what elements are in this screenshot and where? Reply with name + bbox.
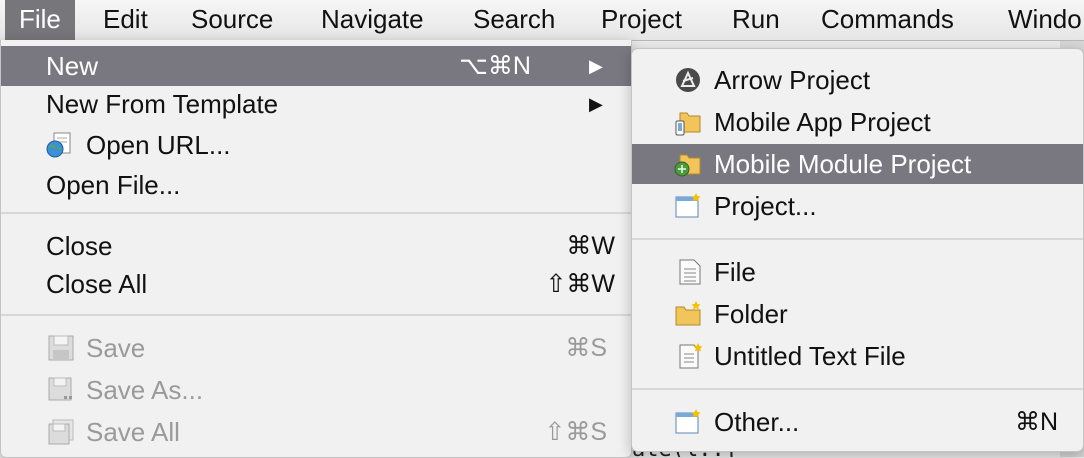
- module-folder-icon: [674, 154, 701, 177]
- menu-item-label: Open URL...: [86, 130, 231, 160]
- menu-item-shortcut: ⇧⌘S: [544, 418, 607, 446]
- menu-item-label: Save: [86, 333, 146, 363]
- menu-item-label: Save As...: [86, 375, 204, 405]
- menu-item-label: New: [46, 51, 99, 81]
- menu-item-label: New From Template: [46, 89, 279, 119]
- menu-item-save-all[interactable]: Save All ⇧⌘S: [1, 412, 631, 452]
- menu-item-label: Close: [46, 231, 113, 261]
- menu-item-label: Mobile Module Project: [714, 149, 972, 179]
- mobile-folder-icon: [675, 112, 701, 136]
- menu-item-label: File: [714, 257, 756, 287]
- submenu-arrow-icon: ▶: [589, 56, 603, 76]
- menu-item-arrow-project[interactable]: Arrow Project: [632, 60, 1083, 100]
- menu-item-new-from-template[interactable]: New From Template ▶: [1, 84, 631, 124]
- new-folder-icon: [675, 301, 701, 326]
- menu-item-label: Untitled Text File: [714, 341, 906, 371]
- menu-item-label: Other...: [714, 407, 800, 437]
- menu-item-new[interactable]: New ⌥⌘N ▶: [1, 46, 631, 86]
- menubar-file[interactable]: File: [5, 0, 75, 40]
- menu-item-label: Close All: [46, 269, 148, 299]
- menu-item-file[interactable]: File: [632, 252, 1083, 292]
- new-text-file-icon: [679, 343, 703, 369]
- menu-item-shortcut: ⌘W: [566, 232, 615, 260]
- menubar-window[interactable]: Windo: [994, 0, 1084, 40]
- menu-item-save[interactable]: Save ⌘S: [1, 328, 631, 368]
- menu-item-label: Folder: [714, 299, 788, 329]
- file-icon: [679, 259, 701, 285]
- menu-item-label: Arrow Project: [714, 65, 871, 95]
- new-wizard-icon: [675, 409, 701, 434]
- menu-item-mobile-module-project[interactable]: Mobile Module Project: [632, 144, 1083, 184]
- menu-item-close-all[interactable]: Close All ⇧⌘W: [1, 264, 631, 304]
- submenu-arrow-icon: ▶: [589, 94, 603, 114]
- save-all-icon: [48, 419, 74, 445]
- menu-bar: File Edit Source Navigate Search Project…: [0, 0, 1084, 41]
- arrow-project-icon: [676, 68, 700, 92]
- menu-item-folder[interactable]: Folder: [632, 294, 1083, 334]
- menu-separator: [632, 388, 1083, 390]
- menubar-navigate[interactable]: Navigate: [307, 0, 438, 40]
- menubar-commands[interactable]: Commands: [807, 0, 968, 40]
- menu-item-open-file[interactable]: Open File...: [1, 165, 631, 205]
- menu-item-label: Project...: [714, 191, 817, 221]
- menu-separator: [632, 238, 1083, 240]
- file-menu: New ⌥⌘N ▶ New From Template ▶ Open URL..…: [0, 40, 632, 458]
- menu-item-label: Open File...: [46, 170, 181, 200]
- menubar-source[interactable]: Source: [177, 0, 287, 40]
- menu-item-untitled-text-file[interactable]: Untitled Text File: [632, 336, 1083, 376]
- menu-separator: [1, 314, 631, 316]
- menu-item-shortcut: ⌥⌘N: [459, 52, 531, 80]
- menubar-search[interactable]: Search: [459, 0, 569, 40]
- menu-item-shortcut: ⌘S: [565, 334, 607, 362]
- menu-item-open-url[interactable]: Open URL...: [1, 125, 631, 165]
- new-project-icon: [675, 193, 701, 218]
- menu-item-shortcut: ⇧⌘W: [545, 270, 615, 298]
- globe-document-icon: [46, 132, 71, 158]
- menubar-edit[interactable]: Edit: [89, 0, 162, 40]
- menu-item-project[interactable]: Project...: [632, 186, 1083, 226]
- menu-item-other[interactable]: Other... ⌘N: [632, 402, 1083, 442]
- menu-item-label: Mobile App Project: [714, 107, 931, 137]
- menu-item-shortcut: ⌘N: [1014, 408, 1058, 436]
- menu-item-save-as[interactable]: Save As...: [1, 370, 631, 410]
- save-as-icon: [48, 377, 72, 401]
- menu-item-label: Save All: [86, 417, 180, 447]
- menubar-run[interactable]: Run: [718, 0, 794, 40]
- menubar-project[interactable]: Project: [587, 0, 696, 40]
- new-submenu: Arrow Project Mobile App Project Mobile …: [631, 48, 1084, 452]
- menu-item-mobile-app-project[interactable]: Mobile App Project: [632, 102, 1083, 142]
- menu-item-close[interactable]: Close ⌘W: [1, 226, 631, 266]
- save-icon: [48, 335, 74, 361]
- menu-separator: [1, 212, 631, 214]
